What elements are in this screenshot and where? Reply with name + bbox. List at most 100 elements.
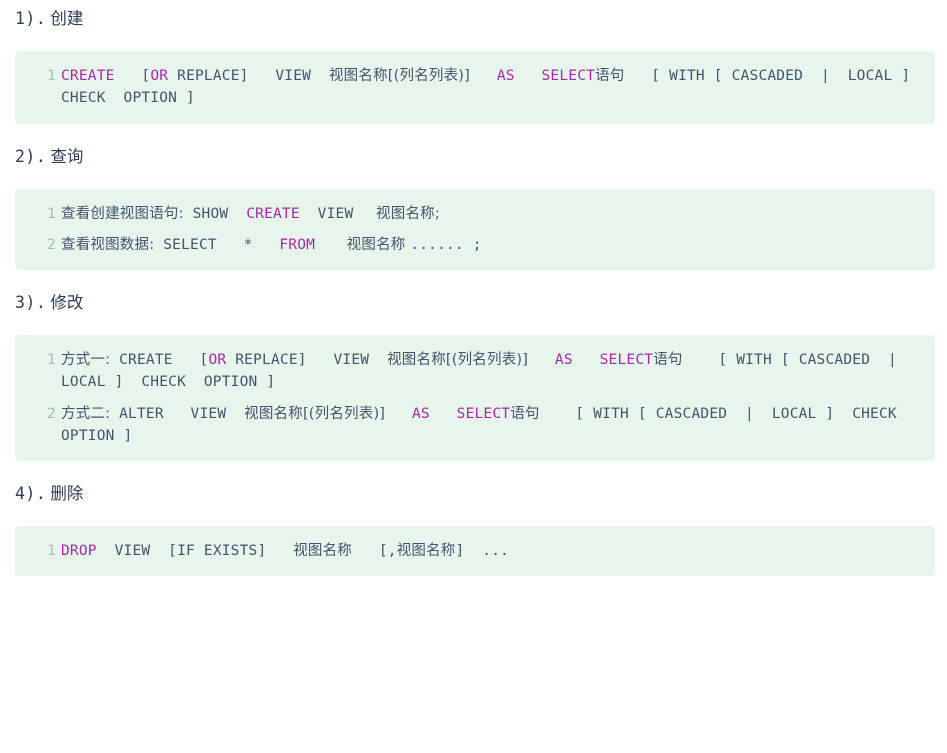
code-token: VIEW [IF EXISTS]	[96, 543, 294, 559]
code-token: ...... ;	[410, 236, 482, 253]
code-block[interactable]: 1 查看创建视图语句: SHOW CREATE VIEW 视图名称; 2 查看视图数据…	[15, 188, 935, 270]
code-token: ALTER VIEW	[110, 405, 245, 422]
code-token: ...	[464, 543, 510, 559]
code-token: 视图名称[(列名列表)]	[387, 352, 529, 369]
document-body: 1). 创建 1 CREATE [OR REPLACE] VIEW 视图名称[(列名列…	[0, 0, 947, 598]
code-text[interactable]: DROP VIEW [IF EXISTS] 视图名称 [,视图名称] ...	[61, 540, 935, 562]
code-token: SELECT *	[154, 236, 280, 253]
section-number: 1).	[15, 9, 47, 28]
code-block[interactable]: 1 方式一: CREATE [OR REPLACE] VIEW 视图名称[(列名列…	[15, 335, 935, 461]
code-token: 视图名称	[396, 543, 456, 559]
code-block[interactable]: 1 DROP VIEW [IF EXISTS] 视图名称 [,视图名称] ...	[15, 526, 935, 577]
section-number: 2).	[15, 146, 47, 166]
code-token: 查看视图数据:	[61, 236, 155, 253]
code-line: 1 查看创建视图语句: SHOW CREATE VIEW 视图名称;	[15, 203, 935, 225]
code-text[interactable]: 方式二: ALTER VIEW 视图名称[(列名列表)] AS SELECT语句…	[61, 403, 935, 447]
section-heading: 3). 修改	[0, 292, 947, 313]
section-title: 删除	[50, 483, 84, 503]
code-token: 视图名称	[293, 543, 353, 559]
section-title: 修改	[50, 293, 84, 312]
code-token: 视图名称;	[371, 205, 440, 222]
code-block[interactable]: 1 CREATE [OR REPLACE] VIEW 视图名称[(列名列表)] A…	[15, 51, 935, 124]
code-line: 2 查看视图数据: SELECT * FROM 视图名称 ...... ;	[15, 234, 935, 256]
section-title: 创建	[50, 9, 84, 28]
section-number: 4).	[15, 483, 47, 503]
code-text[interactable]: 查看视图数据: SELECT * FROM 视图名称 ...... ;	[61, 234, 935, 256]
code-token: 视图名称	[341, 236, 411, 253]
line-number: 1	[47, 352, 56, 369]
code-token: 视图名称[(列名列表)]	[244, 405, 386, 422]
sql-keyword: AS	[554, 352, 573, 369]
sql-keyword: OR	[208, 352, 227, 369]
code-token: VIEW	[299, 205, 372, 222]
sections-container: 1). 创建 1 CREATE [OR REPLACE] VIEW 视图名称[(列名列…	[0, 0, 947, 598]
code-token: 语句	[653, 352, 683, 369]
sql-keyword: SELECT	[541, 68, 596, 85]
sql-keyword: SELECT	[599, 352, 654, 369]
sql-keyword: CREATE	[246, 205, 300, 222]
code-line: 2 方式二: ALTER VIEW 视图名称[(列名列表)] AS SELECT语…	[15, 403, 935, 447]
sql-keyword: DROP	[61, 543, 97, 559]
section-heading: 4). 删除	[0, 483, 947, 504]
code-token: 视图名称[(列名列表)]	[328, 68, 471, 85]
code-line: 1 DROP VIEW [IF EXISTS] 视图名称 [,视图名称] ...	[15, 540, 935, 562]
code-token: VIEW	[333, 352, 370, 369]
code-token: [	[141, 68, 151, 85]
sql-keyword: CREATE	[61, 68, 115, 85]
code-token: SHOW	[183, 205, 247, 222]
code-token: REPLACE]	[168, 68, 249, 85]
section-heading: 1). 创建	[0, 0, 947, 29]
code-token: 方式二:	[61, 405, 111, 422]
section-heading: 2). 查询	[0, 146, 947, 167]
code-token: 语句	[510, 405, 540, 422]
code-text[interactable]: CREATE [OR REPLACE] VIEW 视图名称[(列名列表)] AS…	[61, 65, 935, 109]
section-title: 查询	[50, 146, 84, 166]
code-line: 1 CREATE [OR REPLACE] VIEW 视图名称[(列名列表)] A…	[15, 65, 935, 109]
line-number: 1	[47, 205, 56, 222]
code-token: 查看创建视图语句:	[61, 205, 184, 222]
sql-keyword: SELECT	[456, 405, 511, 422]
sql-keyword: FROM	[279, 236, 316, 253]
line-number: 1	[47, 543, 56, 559]
sql-keyword: OR	[150, 68, 169, 85]
code-token: VIEW	[275, 68, 312, 85]
line-number: 2	[47, 405, 56, 422]
code-token: 方式一:	[61, 352, 111, 369]
code-text[interactable]: 查看创建视图语句: SHOW CREATE VIEW 视图名称;	[61, 203, 935, 225]
sql-keyword: AS	[411, 405, 430, 422]
code-token: 语句	[595, 68, 625, 85]
code-token: CREATE	[110, 352, 200, 369]
line-number: 1	[47, 68, 56, 85]
code-text[interactable]: 方式一: CREATE [OR REPLACE] VIEW 视图名称[(列名列表…	[61, 349, 935, 393]
line-number: 2	[47, 236, 56, 253]
code-token: REPLACE]	[226, 352, 307, 369]
code-line: 1 方式一: CREATE [OR REPLACE] VIEW 视图名称[(列名列…	[15, 349, 935, 393]
code-token: [,	[378, 543, 397, 559]
section-number: 3).	[15, 293, 47, 312]
sql-keyword: AS	[496, 68, 515, 85]
